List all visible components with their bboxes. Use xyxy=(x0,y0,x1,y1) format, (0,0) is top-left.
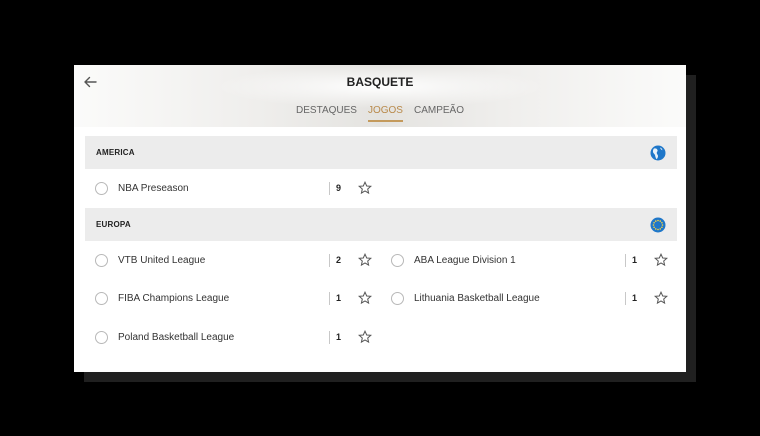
event-count: 1 xyxy=(336,332,342,342)
league-name[interactable]: Lithuania Basketball League xyxy=(414,293,540,304)
divider xyxy=(625,254,626,267)
divider xyxy=(329,254,330,267)
league-name[interactable]: FIBA Champions League xyxy=(118,293,229,304)
star-icon[interactable] xyxy=(358,291,372,305)
league-name[interactable]: NBA Preseason xyxy=(118,183,189,194)
event-count: 1 xyxy=(632,293,638,303)
tab-destaques[interactable]: DESTAQUES xyxy=(296,105,357,122)
league-item[interactable]: Lithuania Basketball League 1 xyxy=(391,290,668,306)
divider xyxy=(329,331,330,344)
league-radio[interactable] xyxy=(95,254,108,267)
league-item[interactable]: FIBA Champions League 1 xyxy=(95,290,372,306)
league-name[interactable]: ABA League Division 1 xyxy=(414,255,516,266)
section-header-america[interactable]: AMERICA xyxy=(85,136,677,169)
star-icon[interactable] xyxy=(654,253,668,267)
divider xyxy=(329,292,330,305)
section-title: AMERICA xyxy=(96,148,135,157)
divider xyxy=(329,182,330,195)
sports-panel: BASQUETE DESTAQUES JOGOS CAMPEÃO AMERICA… xyxy=(74,65,686,372)
star-icon[interactable] xyxy=(654,291,668,305)
event-count: 1 xyxy=(336,293,342,303)
star-icon[interactable] xyxy=(358,253,372,267)
divider xyxy=(625,292,626,305)
league-radio[interactable] xyxy=(391,292,404,305)
league-name[interactable]: VTB United League xyxy=(118,255,205,266)
event-count: 2 xyxy=(336,255,342,265)
league-item[interactable]: Poland Basketball League 1 xyxy=(95,329,372,345)
tab-jogos[interactable]: JOGOS xyxy=(367,105,403,122)
league-radio[interactable] xyxy=(95,182,108,195)
star-icon[interactable] xyxy=(358,330,372,344)
globe-americas-icon xyxy=(650,145,666,161)
section-title: EUROPA xyxy=(96,220,131,229)
league-name[interactable]: Poland Basketball League xyxy=(118,332,234,343)
league-radio[interactable] xyxy=(95,331,108,344)
tab-campeao[interactable]: CAMPEÃO xyxy=(414,105,464,122)
europe-flag-icon xyxy=(650,217,666,233)
league-item[interactable]: NBA Preseason 9 xyxy=(95,180,372,196)
page-title: BASQUETE xyxy=(346,75,414,89)
page-header: BASQUETE DESTAQUES JOGOS CAMPEÃO xyxy=(74,65,686,127)
event-count: 9 xyxy=(336,183,342,193)
league-item[interactable]: VTB United League 2 xyxy=(95,252,372,268)
tab-bar: DESTAQUES JOGOS CAMPEÃO xyxy=(74,105,686,122)
league-item[interactable]: ABA League Division 1 1 xyxy=(391,252,668,268)
section-header-europa[interactable]: EUROPA xyxy=(85,208,677,241)
league-radio[interactable] xyxy=(95,292,108,305)
event-count: 1 xyxy=(632,255,638,265)
star-icon[interactable] xyxy=(358,181,372,195)
league-radio[interactable] xyxy=(391,254,404,267)
